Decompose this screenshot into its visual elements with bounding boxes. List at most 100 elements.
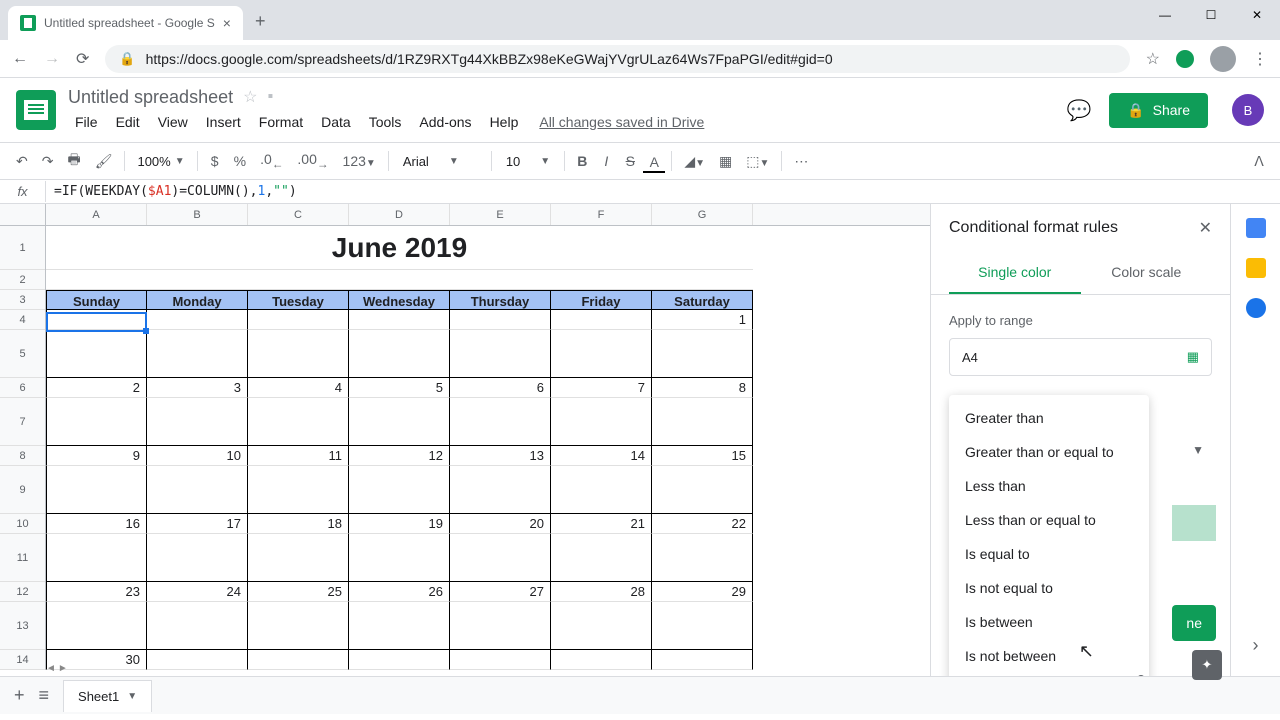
address-bar[interactable]: 🔒 https://docs.google.com/spreadsheets/d… [105, 45, 1129, 73]
col-header[interactable]: B [147, 204, 248, 225]
browser-tab[interactable]: Untitled spreadsheet - Google S × [8, 6, 243, 40]
calendar-date-cell[interactable]: 26 [349, 582, 450, 602]
calendar-date-cell[interactable]: 6 [450, 378, 551, 398]
menu-edit[interactable]: Edit [109, 110, 147, 134]
sheet-tab-menu-icon[interactable]: ▼ [127, 691, 137, 702]
calendar-date-cell[interactable]: 17 [147, 514, 248, 534]
account-avatar[interactable]: B [1232, 94, 1264, 126]
calendar-date-cell[interactable]: 8 [652, 378, 753, 398]
menu-data[interactable]: Data [314, 110, 358, 134]
calendar-date-cell[interactable] [147, 310, 248, 330]
col-header[interactable]: F [551, 204, 652, 225]
select-all-corner[interactable] [0, 204, 46, 225]
calendar-date-cell[interactable]: 16 [46, 514, 147, 534]
row-header[interactable]: 2 [0, 270, 45, 290]
calendar-date-cell[interactable] [349, 310, 450, 330]
rule-option[interactable]: Greater than [949, 401, 1149, 435]
calendar-date-cell[interactable]: 19 [349, 514, 450, 534]
calendar-date-cell[interactable]: 15 [652, 446, 753, 466]
menu-format[interactable]: Format [252, 110, 310, 134]
paint-format-button[interactable]: 🖌 [89, 149, 119, 174]
bookmark-icon[interactable]: ☆ [1146, 49, 1160, 69]
row-header[interactable]: 14 [0, 650, 45, 670]
calendar-spacer-cell[interactable] [147, 602, 248, 650]
calendar-date-cell[interactable]: 4 [248, 378, 349, 398]
calendar-date-cell[interactable] [349, 650, 450, 670]
font-select[interactable]: Arial▼ [395, 150, 485, 173]
select-range-icon[interactable]: ▦ [1187, 349, 1199, 365]
profile-avatar[interactable] [1210, 46, 1236, 72]
calendar-date-cell[interactable] [450, 310, 551, 330]
row-header[interactable]: 7 [0, 398, 45, 446]
row-header[interactable]: 9 [0, 466, 45, 514]
day-header[interactable]: Saturday [652, 290, 753, 310]
calendar-date-cell[interactable]: 28 [551, 582, 652, 602]
calendar-spacer-cell[interactable] [46, 534, 147, 582]
calendar-spacer-cell[interactable] [551, 398, 652, 446]
calendar-spacer-cell[interactable] [46, 602, 147, 650]
calendar-spacer-cell[interactable] [551, 466, 652, 514]
extension-icon[interactable] [1176, 50, 1194, 68]
comments-icon[interactable]: 💬 [1061, 92, 1097, 128]
calendar-spacer-cell[interactable] [551, 330, 652, 378]
menu-addons[interactable]: Add-ons [412, 110, 478, 134]
explore-button[interactable]: ✦ [1192, 650, 1222, 680]
calendar-spacer-cell[interactable] [349, 398, 450, 446]
calendar-date-cell[interactable] [551, 650, 652, 670]
calendar-spacer-cell[interactable] [46, 466, 147, 514]
share-button[interactable]: 🔒 Share [1109, 93, 1208, 128]
calendar-date-cell[interactable]: 27 [450, 582, 551, 602]
col-header[interactable]: E [450, 204, 551, 225]
calendar-spacer-cell[interactable] [349, 602, 450, 650]
calendar-date-cell[interactable]: 7 [551, 378, 652, 398]
calendar-spacer-cell[interactable] [450, 534, 551, 582]
calendar-date-cell[interactable]: 1 [652, 310, 753, 330]
calendar-spacer-cell[interactable] [551, 602, 652, 650]
calendar-addon-icon[interactable] [1246, 218, 1266, 238]
calendar-date-cell[interactable]: 14 [551, 446, 652, 466]
currency-button[interactable]: $ [204, 149, 226, 173]
redo-button[interactable]: ↷ [36, 149, 60, 174]
calendar-date-cell[interactable]: 2 [46, 378, 147, 398]
calendar-date-cell[interactable]: 20 [450, 514, 551, 534]
col-header[interactable]: A [46, 204, 147, 225]
calendar-date-cell[interactable]: 25 [248, 582, 349, 602]
calendar-date-cell[interactable]: 11 [248, 446, 349, 466]
decrease-decimal-button[interactable]: .0← [254, 147, 289, 175]
italic-button[interactable]: I [595, 149, 617, 173]
scroll-right-icon[interactable]: ► [58, 663, 68, 674]
calendar-date-cell[interactable] [46, 310, 147, 330]
row-header[interactable]: 6 [0, 378, 45, 398]
calendar-spacer-cell[interactable] [147, 466, 248, 514]
calendar-spacer-cell[interactable] [46, 330, 147, 378]
dropdown-scrollbar[interactable] [1137, 675, 1145, 676]
done-button[interactable]: ne [1172, 605, 1216, 641]
merge-button[interactable]: ⬚▼ [740, 149, 775, 174]
browser-menu-icon[interactable]: ⋮ [1252, 49, 1268, 69]
calendar-date-cell[interactable]: 22 [652, 514, 753, 534]
calendar-spacer-cell[interactable] [652, 602, 753, 650]
calendar-date-cell[interactable] [652, 650, 753, 670]
row-header[interactable]: 13 [0, 602, 45, 650]
document-title[interactable]: Untitled spreadsheet [68, 87, 233, 108]
bold-button[interactable]: B [571, 149, 593, 173]
calendar-date-cell[interactable]: 12 [349, 446, 450, 466]
day-header[interactable]: Thursday [450, 290, 551, 310]
calendar-spacer-cell[interactable] [147, 398, 248, 446]
calendar-spacer-cell[interactable] [349, 466, 450, 514]
calendar-spacer-cell[interactable] [248, 466, 349, 514]
add-sheet-button[interactable]: + [14, 685, 25, 706]
new-tab-button[interactable]: + [255, 11, 266, 32]
minimize-button[interactable]: — [1142, 0, 1188, 30]
rule-option[interactable]: Is between [949, 605, 1149, 639]
calendar-date-cell[interactable]: 23 [46, 582, 147, 602]
undo-button[interactable]: ↶ [10, 149, 34, 174]
star-icon[interactable]: ☆ [243, 87, 257, 107]
calendar-date-cell[interactable]: 24 [147, 582, 248, 602]
scroll-left-icon[interactable]: ◄ [46, 663, 56, 674]
range-input[interactable]: A4 ▦ [949, 338, 1212, 376]
row-header[interactable]: 3 [0, 290, 45, 310]
col-header[interactable]: G [652, 204, 753, 225]
calendar-date-cell[interactable] [147, 650, 248, 670]
row-header[interactable]: 11 [0, 534, 45, 582]
